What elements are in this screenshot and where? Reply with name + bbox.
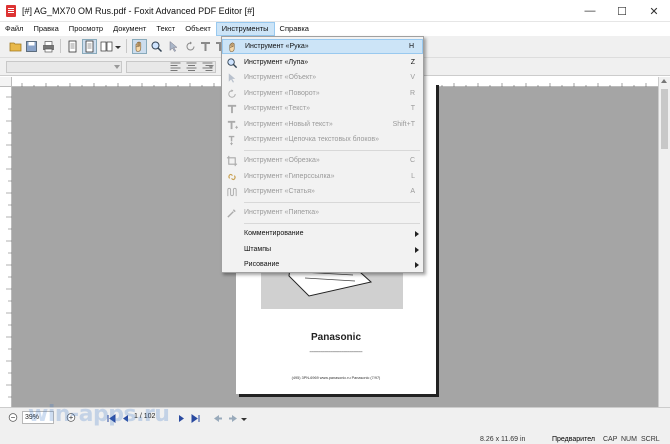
menu-item-zoom-tool[interactable]: Инструмент «Лупа» Z <box>222 55 423 70</box>
magnifier-icon <box>226 57 238 69</box>
next-page-icon[interactable] <box>174 411 189 426</box>
arrow-cursor-icon <box>226 72 238 84</box>
menu-text[interactable]: Текст <box>151 22 180 36</box>
scroll-lock-indicator: SCRL <box>641 436 660 443</box>
num-indicator: NUM <box>621 436 637 443</box>
menu-edit[interactable]: Правка <box>28 22 63 36</box>
save-icon[interactable] <box>24 39 39 54</box>
zoom-out-icon[interactable] <box>8 412 18 422</box>
text-tool-icon <box>226 103 238 115</box>
view-history-dropdown-icon[interactable] <box>240 411 248 426</box>
article-icon <box>226 186 238 198</box>
print-icon[interactable] <box>41 39 56 54</box>
title-bar: [#] AG_MX70 OM Rus.pdf - Foxit Advanced … <box>0 0 670 22</box>
submenu-arrow-icon <box>415 261 419 268</box>
menu-bar: Файл Правка Просмотр Документ Текст Объе… <box>0 22 670 36</box>
menu-tools[interactable]: Инструменты <box>215 22 275 36</box>
align-center-icon[interactable] <box>184 59 199 74</box>
menu-help[interactable]: Справка <box>275 22 314 36</box>
vertical-scrollbar[interactable] <box>658 77 670 407</box>
submenu-arrow-icon <box>415 230 419 237</box>
menu-file[interactable]: Файл <box>0 22 28 36</box>
back-view-icon[interactable] <box>210 411 225 426</box>
text-chain-icon <box>226 134 238 146</box>
crop-icon <box>226 155 238 167</box>
caps-indicator: CAP <box>603 436 618 443</box>
menu-object[interactable]: Объект <box>180 22 216 36</box>
text-tool-icon[interactable] <box>198 39 213 54</box>
hyperlink-icon <box>226 171 238 183</box>
single-page-icon[interactable] <box>65 39 80 54</box>
menu-item-object-tool[interactable]: Инструмент «Объект» V <box>222 70 423 85</box>
preview-mode-text: Предварител <box>552 436 595 443</box>
menu-item-drawing[interactable]: Рисование <box>222 257 423 272</box>
facing-pages-icon[interactable] <box>99 39 114 54</box>
minimize-button[interactable]: — <box>574 0 606 22</box>
font-combo[interactable] <box>6 61 122 73</box>
scroll-up-icon[interactable] <box>661 79 667 83</box>
menu-item-eyedropper-tool[interactable]: Инструмент «Пипетка» <box>222 205 423 220</box>
page-size-text: 8.26 x 11.69 in <box>480 436 526 443</box>
continuous-page-icon[interactable] <box>82 39 97 54</box>
menu-item-new-text-tool[interactable]: Инструмент «Новый текст» Shift+T <box>222 117 423 132</box>
layout-dropdown-icon[interactable] <box>114 39 122 54</box>
rotate-icon <box>226 88 238 100</box>
close-button[interactable]: ✕ <box>638 0 670 22</box>
menu-item-hyperlink-tool[interactable]: Инструмент «Гиперссылка» L <box>222 169 423 184</box>
watermark-text: win-apps.ru <box>28 402 170 427</box>
object-tool-icon[interactable] <box>166 39 181 54</box>
page-small-text: ━━━━━━━━━━━━━━━━━━━━━━━━━ <box>309 350 363 354</box>
maximize-button[interactable]: ☐ <box>606 0 638 22</box>
page-footer-text: (495) 3PN-6969 www.panasonic.ru Panasoni… <box>291 376 381 380</box>
hand-icon <box>227 41 239 53</box>
menu-document[interactable]: Документ <box>108 22 151 36</box>
menu-item-article-tool[interactable]: Инструмент «Статья» A <box>222 184 423 199</box>
menu-item-stamps[interactable]: Штампы <box>222 242 423 257</box>
app-icon <box>6 4 16 17</box>
forward-view-icon[interactable] <box>226 411 241 426</box>
vertical-ruler <box>0 87 12 407</box>
menu-item-text-chain-tool[interactable]: Инструмент «Цепочка текстовых блоков» <box>222 132 423 147</box>
last-page-icon[interactable] <box>188 411 203 426</box>
hand-tool-icon[interactable] <box>132 39 147 54</box>
menu-item-crop-tool[interactable]: Инструмент «Обрезка» C <box>222 153 423 168</box>
align-right-icon[interactable] <box>200 59 215 74</box>
rotate-tool-icon[interactable] <box>183 39 198 54</box>
open-folder-icon[interactable] <box>8 39 23 54</box>
menu-item-rotate-tool[interactable]: Инструмент «Поворот» R <box>222 86 423 101</box>
ruler-corner <box>0 77 12 87</box>
zoom-tool-icon[interactable] <box>149 39 164 54</box>
scroll-thumb[interactable] <box>661 89 668 149</box>
brand-text: Panasonic <box>310 332 362 343</box>
new-text-icon <box>226 119 238 131</box>
align-left-icon[interactable] <box>168 59 183 74</box>
submenu-arrow-icon <box>415 246 419 253</box>
window-title: [#] AG_MX70 OM Rus.pdf - Foxit Advanced … <box>22 5 255 16</box>
menu-item-text-tool[interactable]: Инструмент «Текст» T <box>222 101 423 116</box>
menu-view[interactable]: Просмотр <box>64 22 108 36</box>
menu-item-hand-tool[interactable]: Инструмент «Рука» H <box>222 39 423 54</box>
menu-item-commenting[interactable]: Комментирование <box>222 226 423 241</box>
tools-menu: Инструмент «Рука» H Инструмент «Лупа» Z … <box>221 36 424 273</box>
eyedropper-icon <box>226 207 238 219</box>
